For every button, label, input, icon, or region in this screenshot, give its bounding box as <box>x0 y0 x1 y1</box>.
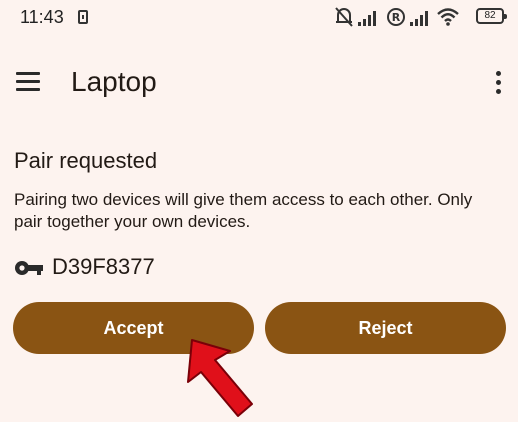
notification-icon <box>78 10 88 24</box>
hamburger-menu-icon[interactable] <box>8 62 48 102</box>
page-title: Laptop <box>71 66 157 97</box>
app-bar: Laptop <box>0 52 518 112</box>
roaming-icon: R <box>387 8 405 26</box>
key-icon <box>15 261 43 275</box>
signal-icon <box>358 11 376 26</box>
pair-description: Pairing two devices will give them acces… <box>14 190 473 231</box>
key-code: D39F8377 <box>52 254 155 279</box>
more-vert-icon[interactable] <box>486 62 510 102</box>
accept-button[interactable]: Accept <box>13 302 254 354</box>
battery-indicator: 82 <box>476 8 507 24</box>
status-icons: R 82 <box>334 6 507 28</box>
signal-icon-2 <box>410 11 428 26</box>
wifi-icon <box>437 8 459 26</box>
pair-request-heading: Pair requested <box>14 148 158 173</box>
status-time: 11:43 <box>20 7 64 27</box>
svg-text:R: R <box>392 11 401 24</box>
reject-button[interactable]: Reject <box>265 302 506 354</box>
mute-bell-icon <box>335 7 353 27</box>
status-bar: 11:43 R 82 <box>0 0 518 36</box>
